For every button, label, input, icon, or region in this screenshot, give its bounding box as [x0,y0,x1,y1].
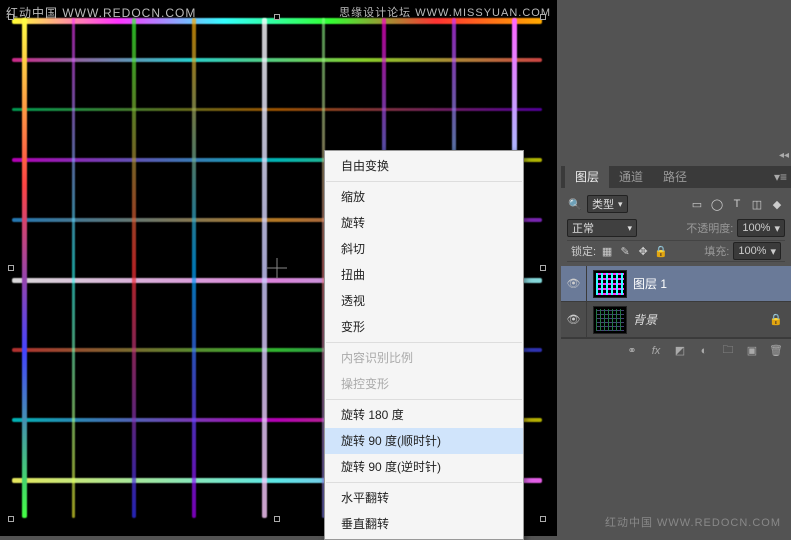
layers-panel-footer: ⚭ fx ◩ ◐ 🗀 ▣ 🗑 [561,338,791,362]
layer-row[interactable]: 👁 背景 🔒 [561,302,791,338]
layer-thumbnail[interactable] [593,306,627,334]
lock-move-icon[interactable]: ✥ [636,245,650,258]
layer-row[interactable]: 👁 图层 1 [561,266,791,302]
transform-center-icon[interactable] [267,258,287,278]
visibility-toggle-icon[interactable]: 👁 [561,266,587,301]
menu-perspective[interactable]: 透视 [325,288,523,314]
watermark-bottom-right: 红动中国 WWW.REDOCN.COM [605,514,781,530]
menu-distort[interactable]: 扭曲 [325,262,523,288]
tab-channels[interactable]: 通道 [609,166,653,188]
visibility-toggle-icon[interactable]: 👁 [561,302,587,337]
filter-smart-icon[interactable]: ◆ [769,196,785,212]
adjustment-layer-icon[interactable]: ◐ [695,342,713,360]
lock-pixels-icon[interactable]: ▦ [600,245,614,258]
menu-free-transform[interactable]: 自由变换 [325,153,523,179]
fill-label: 填充: [704,243,729,259]
lock-paint-icon[interactable]: ✎ [618,245,632,258]
layer-thumbnail[interactable] [593,270,627,298]
filter-pixel-icon[interactable]: ▭ [689,196,705,212]
opacity-input[interactable]: 100%▾ [737,219,785,237]
link-layers-icon[interactable]: ⚭ [623,342,641,360]
layer-mask-icon[interactable]: ◩ [671,342,689,360]
lock-label: 锁定: [571,243,596,259]
layer-group-icon[interactable]: 🗀 [719,342,737,360]
menu-rotate-90-ccw[interactable]: 旋转 90 度(逆时针) [325,454,523,480]
search-icon[interactable]: 🔍 [567,196,583,212]
transform-context-menu: 自由变换 缩放 旋转 斜切 扭曲 透视 变形 内容识别比例 操控变形 旋转 18… [324,150,524,540]
new-layer-icon[interactable]: ▣ [743,342,761,360]
layer-fx-icon[interactable]: fx [647,342,665,360]
panel-tabs: 图层 通道 路径 ▾≡ [561,166,791,188]
panel-collapse-icon[interactable]: ◂◂ [777,150,791,164]
filter-adjust-icon[interactable]: ◯ [709,196,725,212]
layers-panel: 图层 通道 路径 ▾≡ 🔍 类型▾ ▭ ◯ T ◫ ◆ 正常▾ 不透明度: 10… [561,166,791,362]
layer-name[interactable]: 背景 [633,311,657,328]
filter-shape-icon[interactable]: ◫ [749,196,765,212]
fill-input[interactable]: 100%▾ [733,242,781,260]
menu-puppet-warp: 操控变形 [325,371,523,397]
menu-warp[interactable]: 变形 [325,314,523,340]
menu-scale[interactable]: 缩放 [325,184,523,210]
menu-content-aware: 内容识别比例 [325,345,523,371]
layer-lock-icon: 🔒 [769,313,783,326]
menu-skew[interactable]: 斜切 [325,236,523,262]
lock-all-icon[interactable]: 🔒 [654,245,668,258]
opacity-label: 不透明度: [686,220,733,236]
layer-name[interactable]: 图层 1 [633,275,667,292]
menu-flip-horizontal[interactable]: 水平翻转 [325,485,523,511]
menu-flip-vertical[interactable]: 垂直翻转 [325,511,523,537]
layers-list: 👁 图层 1 👁 背景 🔒 [561,266,791,338]
filter-text-icon[interactable]: T [729,196,745,212]
tab-paths[interactable]: 路径 [653,166,697,188]
menu-rotate[interactable]: 旋转 [325,210,523,236]
panel-menu-icon[interactable]: ▾≡ [774,170,787,184]
menu-rotate-180[interactable]: 旋转 180 度 [325,402,523,428]
tab-layers[interactable]: 图层 [565,166,609,188]
blend-mode-select[interactable]: 正常▾ [567,219,637,237]
menu-rotate-90-cw[interactable]: 旋转 90 度(顺时针) [325,428,523,454]
filter-type-select[interactable]: 类型▾ [587,195,628,213]
delete-layer-icon[interactable]: 🗑 [767,342,785,360]
